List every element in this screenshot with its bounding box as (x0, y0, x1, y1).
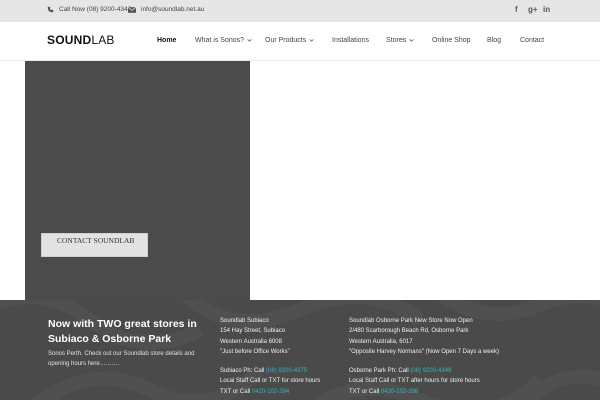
nav-blog[interactable]: Blog (487, 37, 501, 44)
nav-our-products[interactable]: Our Products (265, 37, 314, 44)
store-address-line1: 2/480 Scarborough Beach Rd, Osborne Park (349, 328, 469, 335)
footer-headline: Now with TWO great stores in Subiaco & O… (48, 318, 197, 345)
store-txt-prefix: TXT or Call (349, 388, 381, 395)
store-phone-line: Subiaco Ph: Call (08) 9200-4375 (220, 366, 320, 376)
google-plus-icon[interactable]: g+ (528, 5, 538, 14)
nav-online-shop-label: Online Shop (432, 37, 471, 44)
nav-contact-label: Contact (520, 37, 545, 44)
store-subiaco: Soundlab Subiaco 154 Hay Street, Subiaco… (220, 316, 320, 397)
nav-stores-label: Stores (386, 37, 407, 44)
envelope-icon (128, 6, 136, 13)
phone-text: Call Now (08) 9200-4349 (59, 6, 132, 13)
store-address-line2: Western Australia, 6017 (349, 338, 413, 345)
chevron-down-icon (409, 38, 414, 42)
store-mobile-link[interactable]: 0420-102-298 (381, 389, 418, 395)
logo-lab: LAB (91, 33, 115, 47)
nav-our-products-label: Our Products (265, 37, 307, 44)
nav-stores[interactable]: Stores (386, 37, 414, 44)
store-phone-link[interactable]: (08) 9200-4375 (266, 368, 307, 374)
nav-installations-label: Installations (332, 37, 369, 44)
site-header: SOUNDLAB Home What is Sonos? Our Product… (0, 22, 600, 61)
email-contact[interactable]: info@soundlab.net.au (128, 6, 204, 13)
email-text: info@soundlab.net.au (141, 6, 205, 13)
store-phone-prefix: Subiaco Ph: Call (220, 368, 267, 375)
nav-installations[interactable]: Installations (332, 37, 369, 44)
chevron-down-icon (309, 38, 314, 42)
nav-contact[interactable]: Contact (520, 37, 544, 44)
store-phone-link[interactable]: (08) 9200-4349 (410, 368, 451, 374)
nav-home[interactable]: Home (157, 37, 176, 44)
phone-icon (47, 6, 54, 13)
store-name: Soundlab Subiaco (220, 318, 269, 324)
contact-soundlab-button[interactable]: CONTACT SOUNDLAB (41, 233, 148, 257)
linkedin-icon[interactable]: in (543, 5, 550, 14)
store-name: Soundlab Osborne Park New Store Now Open (349, 318, 473, 324)
store-phone-prefix: Osborne Park Ph: Call (349, 368, 411, 375)
store-txt-prefix: TXT or Call (220, 388, 252, 395)
site-logo[interactable]: SOUNDLAB (47, 33, 115, 47)
footer-tagline[interactable]: Sonos Perth. Check out our Soundlab stor… (48, 349, 198, 369)
store-after-hours: Local Staff Call or TXT after hours for … (349, 378, 480, 385)
store-osborne-park: Soundlab Osborne Park New Store Now Open… (349, 316, 499, 397)
store-after-hours: Local Staff Call or TXT for store hours (220, 378, 321, 385)
hero-image-panel (25, 61, 250, 300)
nav-what-is-sonos[interactable]: What is Sonos? (195, 37, 252, 44)
store-phone-line: Osborne Park Ph: Call (08) 9200-4349 (349, 366, 499, 376)
store-address-line1: 154 Hay Street, Subiaco (220, 328, 286, 335)
store-note: "Opposite Harvey Normans" (Now Open 7 Da… (349, 348, 499, 355)
nav-blog-label: Blog (487, 37, 502, 44)
nav-home-label: Home (157, 37, 177, 44)
phone-contact[interactable]: Call Now (08) 9200-4349 (47, 6, 131, 13)
nav-online-shop[interactable]: Online Shop (432, 37, 471, 44)
top-utility-bar: Call Now (08) 9200-4349 info@soundlab.ne… (0, 0, 600, 22)
logo-sound: SOUND (47, 33, 92, 47)
site-footer: Now with TWO great stores in Subiaco & O… (0, 300, 600, 400)
store-txt-line: TXT or Call 0420-102-284 (220, 387, 320, 397)
chevron-down-icon (247, 38, 252, 42)
store-txt-line: TXT or Call 0420-102-298 (349, 387, 499, 397)
store-address-line2: Western Australia 6008 (220, 338, 282, 345)
nav-what-is-sonos-label: What is Sonos? (195, 37, 245, 44)
store-mobile-link[interactable]: 0420-102-284 (252, 389, 289, 395)
store-note: "Just before Office Works" (220, 348, 290, 355)
facebook-icon[interactable]: f (515, 5, 518, 14)
